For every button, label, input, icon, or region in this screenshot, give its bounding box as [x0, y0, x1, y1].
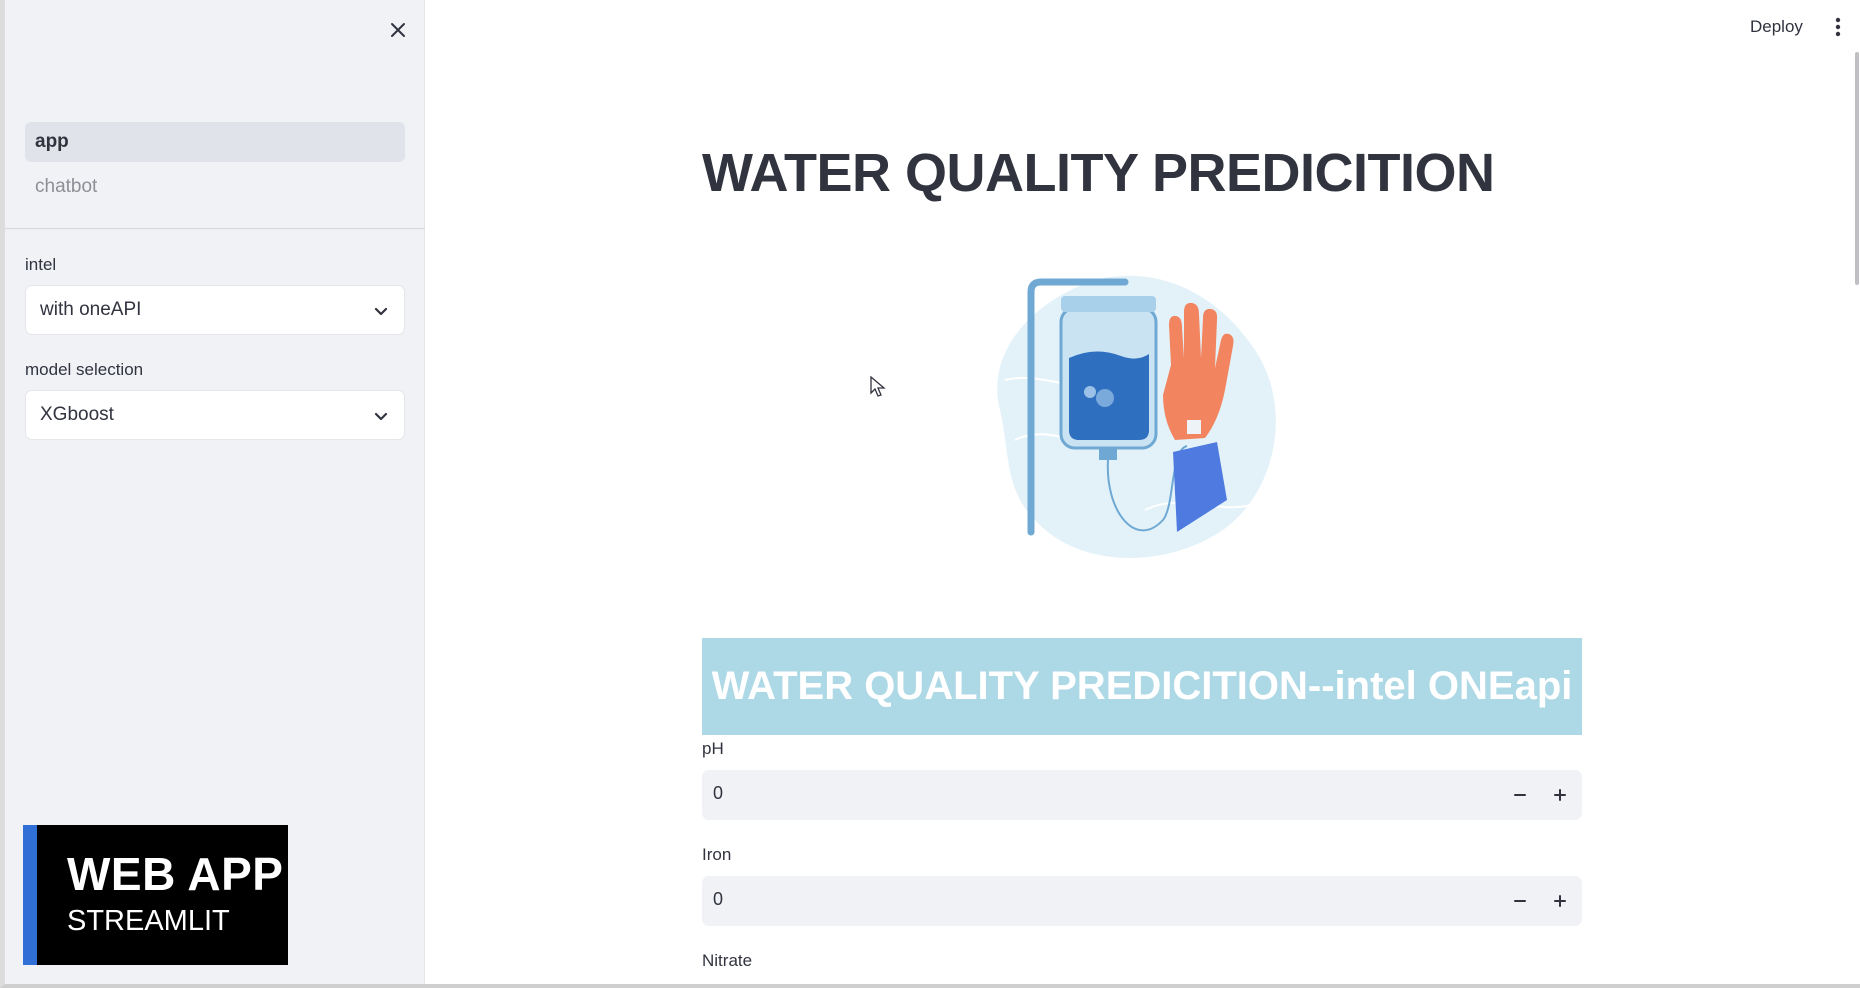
- sidebar: app chatbot intel with oneAPI model sele…: [5, 0, 425, 984]
- header-banner-text: WATER QUALITY PREDICITION--intel ONEapi: [711, 664, 1573, 708]
- model-select-value: XGboost: [40, 404, 114, 425]
- ph-value[interactable]: 0: [713, 783, 723, 804]
- iron-increment-button[interactable]: [1544, 885, 1576, 917]
- sidebar-item-app[interactable]: app: [25, 122, 405, 162]
- minus-icon: [1514, 900, 1526, 902]
- sidebar-nav: app chatbot: [25, 122, 405, 212]
- page-title: WATER QUALITY PREDICITION: [702, 143, 1495, 203]
- banner-title: WEB APP: [67, 848, 284, 900]
- close-icon: [391, 23, 405, 37]
- ph-number-input[interactable]: 0: [702, 770, 1582, 820]
- main-menu-button[interactable]: [1826, 12, 1850, 42]
- model-selection-label: model selection: [25, 360, 144, 379]
- web-app-streamlit-banner: WEB APP STREAMLIT: [23, 825, 288, 965]
- more-vertical-icon: [1835, 17, 1841, 37]
- iron-number-input[interactable]: 0: [702, 876, 1582, 926]
- intel-select[interactable]: with oneAPI: [25, 285, 405, 335]
- deploy-button[interactable]: Deploy: [1744, 12, 1809, 42]
- iv-drip-hand-illustration: [997, 275, 1276, 558]
- intel-label: intel: [25, 255, 57, 274]
- ph-label: pH: [702, 739, 724, 758]
- chevron-down-icon: [374, 412, 388, 421]
- scrollbar[interactable]: [1855, 52, 1859, 285]
- header-banner: WATER QUALITY PREDICITION--intel ONEapi: [702, 638, 1582, 735]
- ph-decrement-button[interactable]: [1504, 779, 1536, 811]
- intel-select-value: with oneAPI: [40, 299, 142, 320]
- plus-icon: [1554, 895, 1566, 907]
- sidebar-item-chatbot[interactable]: chatbot: [25, 167, 405, 207]
- plus-icon: [1554, 789, 1566, 801]
- minus-icon: [1514, 794, 1526, 796]
- sidebar-divider: [5, 228, 425, 229]
- mouse-cursor-icon: [870, 376, 886, 397]
- nitrate-label: Nitrate: [702, 951, 753, 970]
- banner-subtitle: STREAMLIT: [67, 905, 230, 937]
- iron-decrement-button[interactable]: [1504, 885, 1536, 917]
- iron-value[interactable]: 0: [713, 889, 723, 910]
- ph-increment-button[interactable]: [1544, 779, 1576, 811]
- chevron-down-icon: [374, 307, 388, 316]
- iron-label: Iron: [702, 845, 732, 864]
- model-selection-select[interactable]: XGboost: [25, 390, 405, 440]
- close-sidebar-button[interactable]: [384, 16, 412, 44]
